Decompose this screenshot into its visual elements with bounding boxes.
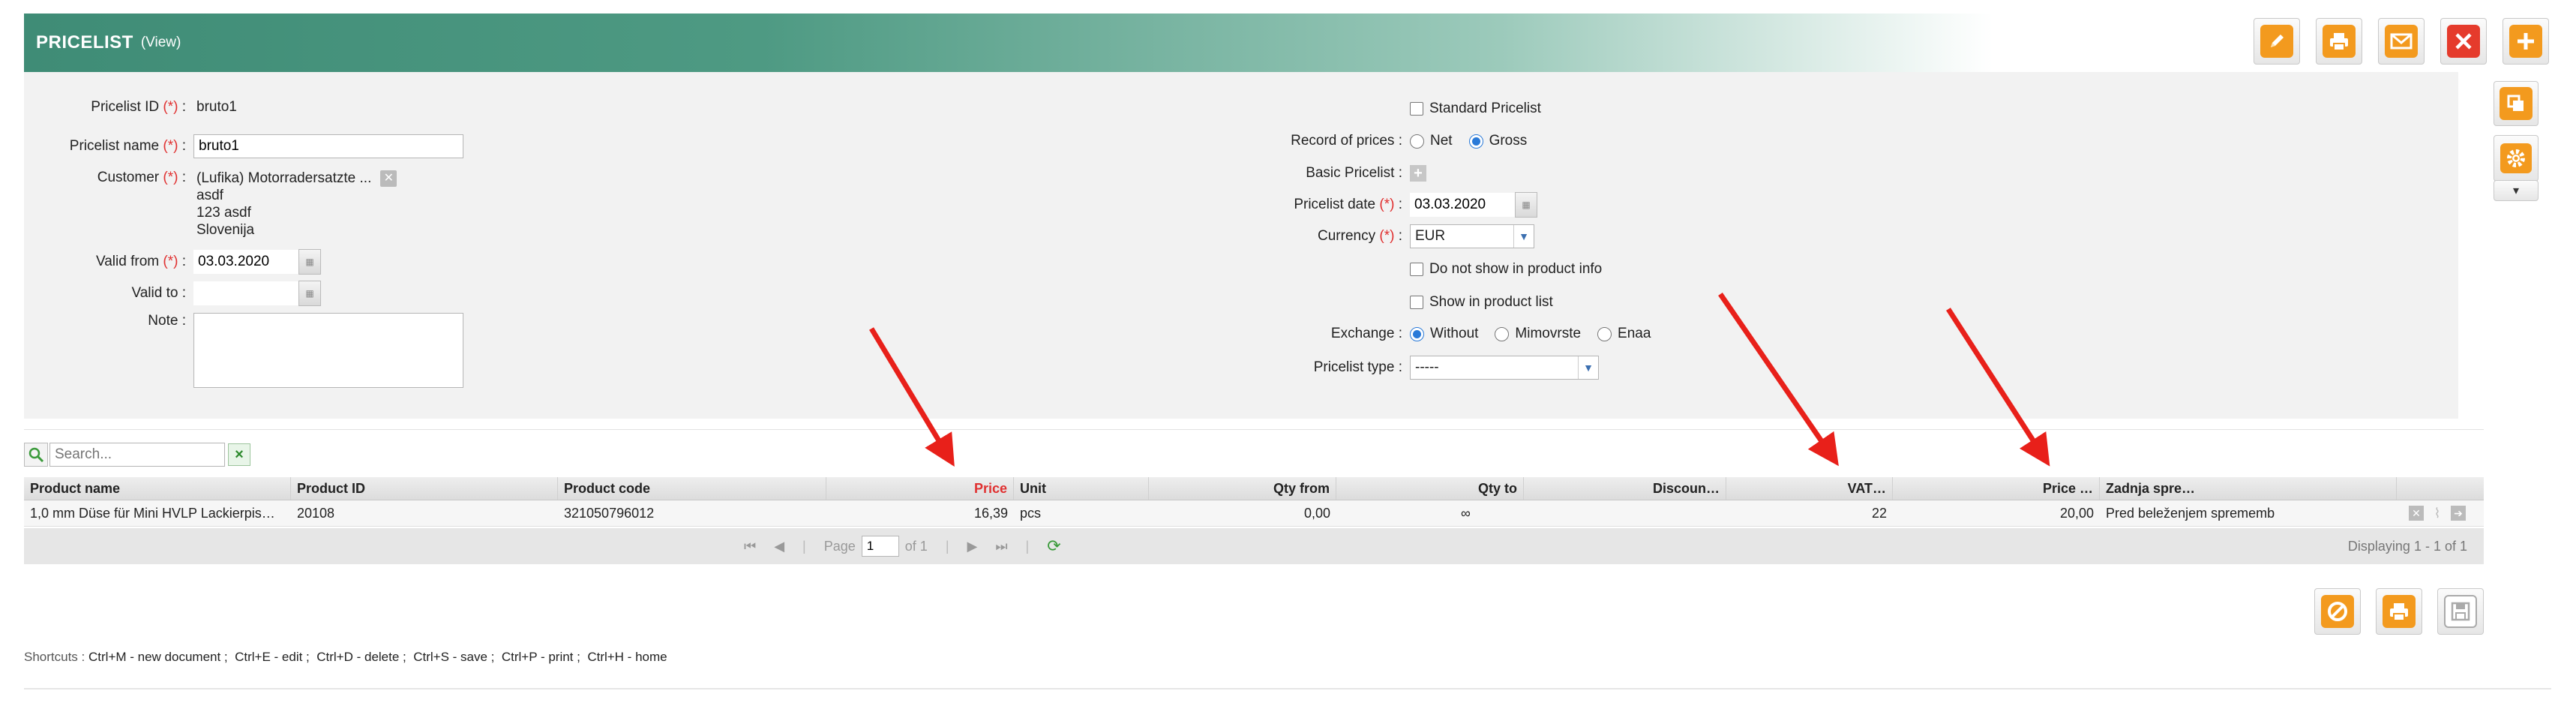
annotation-arrows [869,293,2050,467]
annotation-arrow-vat [1718,293,1839,467]
annotation-arrow-price [869,327,955,467]
annotation-arrow-price-with-vat [1946,308,2050,467]
